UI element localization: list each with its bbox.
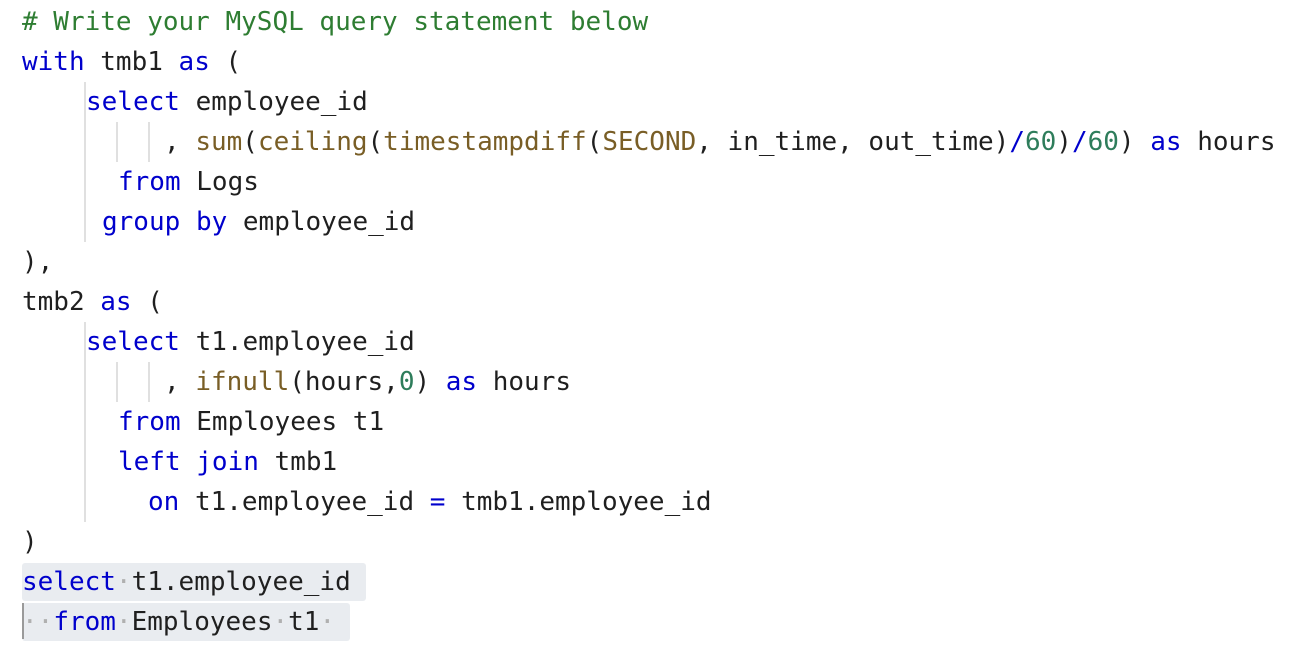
code-line-3[interactable]: select employee_id (86, 82, 368, 122)
indent-guide (116, 362, 118, 402)
code-line-15[interactable]: select·t1.employee_id (22, 562, 351, 602)
code-token: tmb1 (84, 47, 179, 77)
code-line-9[interactable]: select t1.employee_id (86, 322, 415, 362)
code-token: tmb1.employee_id (445, 487, 712, 517)
code-token: ( (242, 127, 258, 157)
code-token: t1.employee_id (179, 487, 430, 517)
code-token: as (1150, 127, 1182, 157)
code-token: employee_id (179, 87, 368, 117)
code-token: 0 (398, 367, 415, 397)
code-token: ) (414, 367, 446, 397)
code-token: ·· (22, 607, 54, 637)
code-token: 60 (1024, 127, 1057, 157)
code-token: , (164, 127, 196, 157)
code-token: (hours, (289, 367, 399, 397)
code-line-8[interactable]: tmb2 as ( (22, 282, 163, 322)
code-line-11[interactable]: from Employees t1 (118, 402, 384, 442)
code-token: ) (22, 527, 38, 557)
code-token: from (53, 607, 116, 637)
code-token: select (86, 87, 180, 117)
code-line-2[interactable]: with tmb1 as ( (22, 42, 241, 82)
indent-guide (148, 362, 150, 402)
code-token: # Write your MySQL query statement below (22, 7, 649, 37)
code-token: sum (195, 127, 243, 157)
code-token: from (118, 167, 181, 197)
code-token: left (118, 447, 181, 477)
code-token: Logs (180, 167, 259, 197)
code-token: ceiling (257, 127, 368, 157)
code-token: = (429, 487, 446, 517)
code-token: select (86, 327, 180, 357)
code-token: SECOND (602, 127, 697, 157)
code-token: ifnull (195, 367, 290, 397)
code-token: ), (22, 247, 54, 277)
code-token: Employees (131, 607, 273, 637)
code-token: / (1071, 127, 1088, 157)
code-line-4[interactable]: , sum(ceiling(timestampdiff(SECOND, in_t… (164, 122, 1275, 162)
code-token: · (115, 607, 132, 637)
code-token: on (148, 487, 180, 517)
code-token: ( (586, 127, 603, 157)
indent-guide (148, 122, 150, 162)
code-token: as (445, 367, 478, 397)
code-line-6[interactable]: group by employee_id (102, 202, 415, 242)
code-token: tmb1 (258, 447, 338, 477)
code-line-16[interactable]: ··from·Employees·t1· (22, 602, 335, 642)
indent-guide (116, 122, 118, 162)
code-editor[interactable]: # Write your MySQL query statement below… (0, 0, 1302, 662)
code-token: as (178, 47, 210, 77)
code-token: hours (1181, 127, 1276, 157)
code-token: ( (209, 47, 242, 77)
code-token: join (196, 447, 259, 477)
code-token: employee_id (227, 207, 416, 237)
code-token: ( (131, 287, 163, 317)
code-token: ( (367, 127, 384, 157)
code-line-10[interactable]: , ifnull(hours,0) as hours (164, 362, 571, 402)
code-token: t1.employee_id (179, 327, 415, 357)
code-line-1[interactable]: # Write your MySQL query statement below (22, 2, 648, 42)
code-token: group (102, 207, 181, 237)
code-token: as (100, 287, 132, 317)
code-token: · (319, 607, 336, 637)
code-token: / (1009, 127, 1025, 157)
code-token: with (22, 47, 85, 77)
code-token: t1 (288, 607, 320, 637)
code-token: Employees t1 (180, 407, 385, 437)
code-line-14[interactable]: ) (22, 522, 38, 562)
code-token: , in_time, out_time) (696, 127, 1010, 157)
code-line-7[interactable]: ), (22, 242, 53, 282)
code-token: timestampdiff (383, 127, 587, 157)
code-token: ) (1056, 127, 1072, 157)
code-line-12[interactable]: left join tmb1 (118, 442, 337, 482)
code-line-13[interactable]: on t1.employee_id = tmb1.employee_id (148, 482, 712, 522)
code-token: , (164, 367, 196, 397)
code-token: select (22, 567, 116, 597)
code-token: hours (477, 367, 572, 397)
code-token: t1.employee_id (131, 567, 351, 597)
code-token: · (272, 607, 289, 637)
code-token: ) (1118, 127, 1151, 157)
code-line-5[interactable]: from Logs (118, 162, 259, 202)
code-token: 60 (1087, 127, 1119, 157)
code-token: by (195, 207, 228, 237)
code-token: from (118, 407, 181, 437)
code-token: tmb2 (22, 287, 101, 317)
code-token: · (115, 567, 132, 597)
